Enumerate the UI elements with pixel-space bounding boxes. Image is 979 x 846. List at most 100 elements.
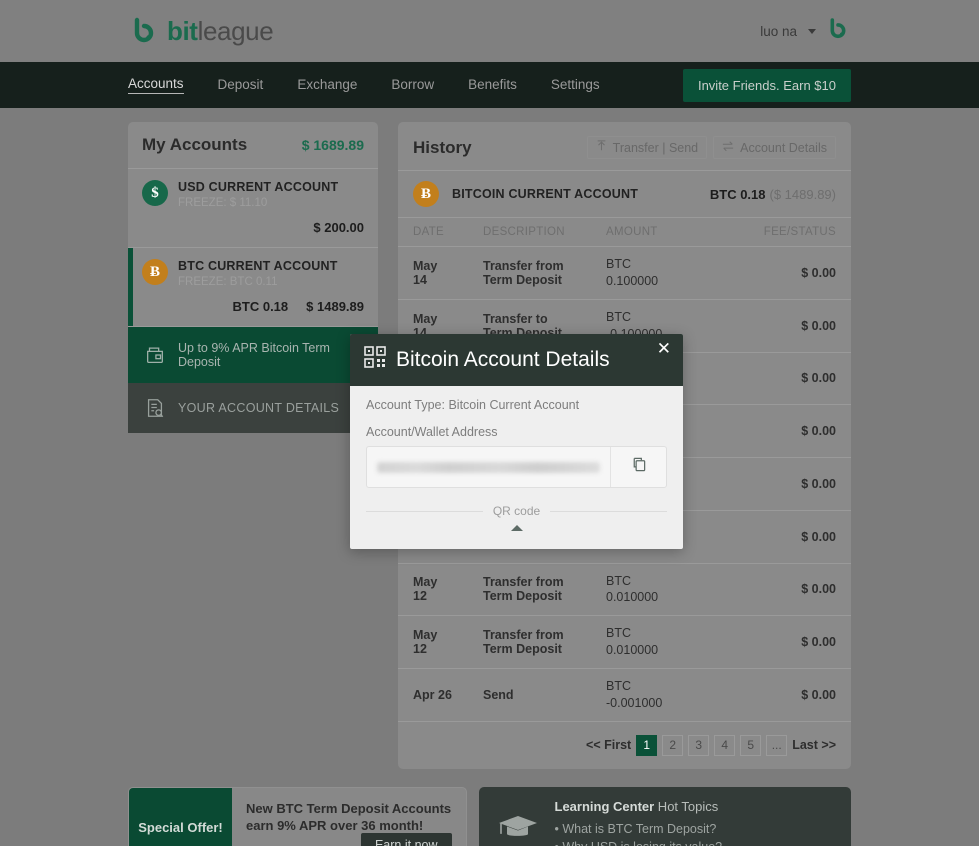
cell-fee: $ 0.00 bbox=[741, 510, 851, 564]
cell-fee: $ 0.00 bbox=[741, 615, 851, 669]
cell-amount: BTC0.010000 bbox=[591, 563, 741, 617]
transfer-send-button[interactable]: Transfer | Send bbox=[586, 136, 708, 159]
nav-item-settings[interactable]: Settings bbox=[551, 77, 600, 94]
cell-date: Apr 26 bbox=[398, 668, 468, 722]
pagination-ellipsis[interactable]: ... bbox=[766, 734, 788, 756]
account-row-usd[interactable]: $ USD CURRENT ACCOUNT FREEZE: $ 11.10 $ … bbox=[128, 169, 378, 248]
account-freeze-btc: FREEZE: BTC 0.11 bbox=[178, 276, 278, 288]
nav-item-accounts[interactable]: Accounts bbox=[128, 76, 184, 94]
user-menu[interactable]: luo na bbox=[760, 16, 851, 47]
learning-topic-1[interactable]: • What is BTC Term Deposit? bbox=[555, 820, 723, 838]
divider-line-left bbox=[366, 510, 483, 512]
cell-fee: $ 0.00 bbox=[741, 299, 851, 353]
pagination-page-4[interactable]: 4 bbox=[714, 734, 736, 756]
column-fee: FEE/STATUS bbox=[741, 218, 851, 247]
modal-address-label: Account/Wallet Address bbox=[366, 425, 498, 439]
learning-center-title-rest: Hot Topics bbox=[654, 798, 719, 814]
nav-item-exchange[interactable]: Exchange bbox=[297, 77, 357, 94]
cell-description: Send bbox=[468, 668, 591, 722]
cell-amount: BTC -0.001000 bbox=[591, 668, 741, 722]
invite-friends-button[interactable]: Invite Friends. Earn $10 bbox=[682, 68, 851, 102]
modal-account-type: Account Type: Bitcoin Current Account bbox=[366, 398, 580, 412]
qr-code-label: QR code bbox=[492, 504, 541, 518]
cell-fee: $ 0.00 bbox=[741, 352, 851, 406]
account-details-button[interactable]: Account Details bbox=[713, 136, 836, 159]
document-search-icon bbox=[144, 397, 166, 419]
brand-wordmark: bitleague bbox=[167, 16, 274, 47]
pagination-last[interactable]: Last >> bbox=[792, 738, 836, 752]
pagination-page-5[interactable]: 5 bbox=[740, 734, 762, 756]
cell-date: May 14 bbox=[398, 246, 468, 300]
nav-item-deposit[interactable]: Deposit bbox=[218, 77, 264, 94]
column-amount: AMOUNT bbox=[591, 218, 741, 247]
pagination-page-2[interactable]: 2 bbox=[662, 734, 684, 756]
table-row[interactable]: May 12 Transfer from Term Deposit BTC 0.0… bbox=[398, 563, 851, 617]
cell-fee: $ 0.00 bbox=[741, 668, 851, 722]
account-amounts-usd: $ 200.00 bbox=[142, 220, 364, 235]
account-details-label: Account Details bbox=[740, 140, 827, 155]
wallet-address-row bbox=[366, 446, 667, 488]
account-name-usd: USD CURRENT ACCOUNT bbox=[178, 180, 339, 194]
user-avatar bbox=[825, 16, 851, 47]
wallet-address-input[interactable] bbox=[367, 447, 610, 487]
bitcoin-account-details-modal: Bitcoin Account Details ✕ Account Type: … bbox=[350, 334, 683, 549]
copy-address-button[interactable] bbox=[610, 447, 666, 487]
learning-center-title: Learning Center Hot Topics bbox=[555, 799, 723, 814]
brand-logo[interactable]: bitleague bbox=[128, 15, 274, 47]
table-row[interactable]: May 12 Transfer from Term Deposit BTC 0.0… bbox=[398, 615, 851, 669]
cell-description: Transfer from Term Deposit bbox=[468, 615, 591, 669]
pagination-page-3[interactable]: 3 bbox=[688, 734, 710, 756]
modal-header: Bitcoin Account Details ✕ bbox=[350, 334, 683, 386]
history-account-name: BITCOIN CURRENT ACCOUNT bbox=[452, 187, 639, 201]
account-amount-secondary-btc: $ 1489.89 bbox=[306, 299, 364, 314]
wallet-icon bbox=[144, 344, 166, 366]
earn-it-now-button[interactable]: Earn it now bbox=[360, 833, 452, 846]
sidebar-item-term-deposit-promo[interactable]: Up to 9% APR Bitcoin Term Deposit bbox=[128, 327, 378, 383]
history-account-balance: BTC 0.18 ($ 1489.89) bbox=[710, 187, 836, 202]
cell-date: May 12 bbox=[398, 615, 468, 669]
account-row-btc[interactable]: Ƀ BTC CURRENT ACCOUNT FREEZE: BTC 0.11 B… bbox=[128, 248, 378, 327]
table-header-row: DATE DESCRIPTION AMOUNT FEE/STATUS bbox=[398, 218, 851, 247]
history-account-btc: BTC 0.18 bbox=[709, 186, 766, 202]
btc-coin-icon: Ƀ bbox=[413, 181, 439, 207]
modal-title: Bitcoin Account Details bbox=[396, 347, 610, 371]
column-description: DESCRIPTION bbox=[468, 218, 591, 247]
history-account-summary: Ƀ BITCOIN CURRENT ACCOUNT BTC 0.18 ($ 148… bbox=[398, 171, 851, 218]
promo-row: Special Offer! New BTC Term Deposit Acco… bbox=[0, 769, 979, 846]
learning-center-card[interactable]: Learning Center Hot Topics • What is BTC… bbox=[478, 786, 851, 846]
cell-fee: $ 0.00 bbox=[741, 404, 851, 458]
cell-fee: $ 0.00 bbox=[741, 563, 851, 617]
table-row[interactable]: May 14 Transfer from Term Deposit BTC 0.1… bbox=[398, 246, 851, 300]
learning-center-body: Learning Center Hot Topics • What is BTC… bbox=[555, 799, 723, 846]
table-row[interactable]: Apr 26 Send BTC -0.001000 $ 0.00 bbox=[398, 668, 851, 722]
learning-center-topics: • What is BTC Term Deposit? • Why USD is… bbox=[555, 820, 723, 846]
account-amounts-btc: BTC 0.18 $ 1489.89 bbox=[142, 299, 364, 314]
sidebar-promo-label: Up to 9% APR Bitcoin Term Deposit bbox=[178, 341, 330, 369]
pagination-page-1[interactable]: 1 bbox=[636, 734, 658, 756]
qr-code-divider: QR code bbox=[366, 504, 668, 518]
nav-item-benefits[interactable]: Benefits bbox=[468, 77, 517, 94]
cell-description: Transfer from Term Deposit bbox=[468, 246, 591, 300]
sidebar-item-account-details[interactable]: YOUR ACCOUNT DETAILS bbox=[128, 383, 378, 433]
modal-body: Account Type: Bitcoin Current Account Ac… bbox=[350, 386, 683, 549]
account-amount-primary-btc: BTC 0.18 bbox=[232, 299, 289, 314]
my-accounts-title: My Accounts bbox=[142, 135, 248, 154]
my-accounts-total: $ 1689.89 bbox=[301, 137, 364, 153]
special-offer-body: New BTC Term Deposit Accounts earn 9% AP… bbox=[232, 788, 466, 846]
top-bar: bitleague luo na bbox=[0, 0, 979, 62]
bitleague-logo-icon bbox=[128, 15, 160, 47]
cell-fee: $ 0.00 bbox=[741, 246, 851, 300]
learning-topic-2[interactable]: • Why USD is losing its value? bbox=[555, 838, 723, 846]
nav-item-borrow[interactable]: Borrow bbox=[391, 77, 434, 94]
close-icon[interactable]: ✕ bbox=[657, 340, 671, 357]
special-offer-text: New BTC Term Deposit Accounts earn 9% AP… bbox=[246, 800, 452, 834]
history-actions: Transfer | Send Account Details bbox=[586, 136, 836, 159]
qr-expand-arrow-icon[interactable] bbox=[510, 525, 523, 531]
pagination-first[interactable]: << First bbox=[586, 738, 631, 752]
user-name-label: luo na bbox=[760, 23, 797, 39]
graduation-cap-icon bbox=[497, 811, 539, 843]
column-date: DATE bbox=[398, 218, 468, 247]
account-amount-secondary-usd: $ 200.00 bbox=[313, 220, 364, 235]
history-header: History Transfer | Send Account Details bbox=[398, 122, 851, 171]
history-account-usd: ($ 1489.89) bbox=[769, 186, 837, 202]
